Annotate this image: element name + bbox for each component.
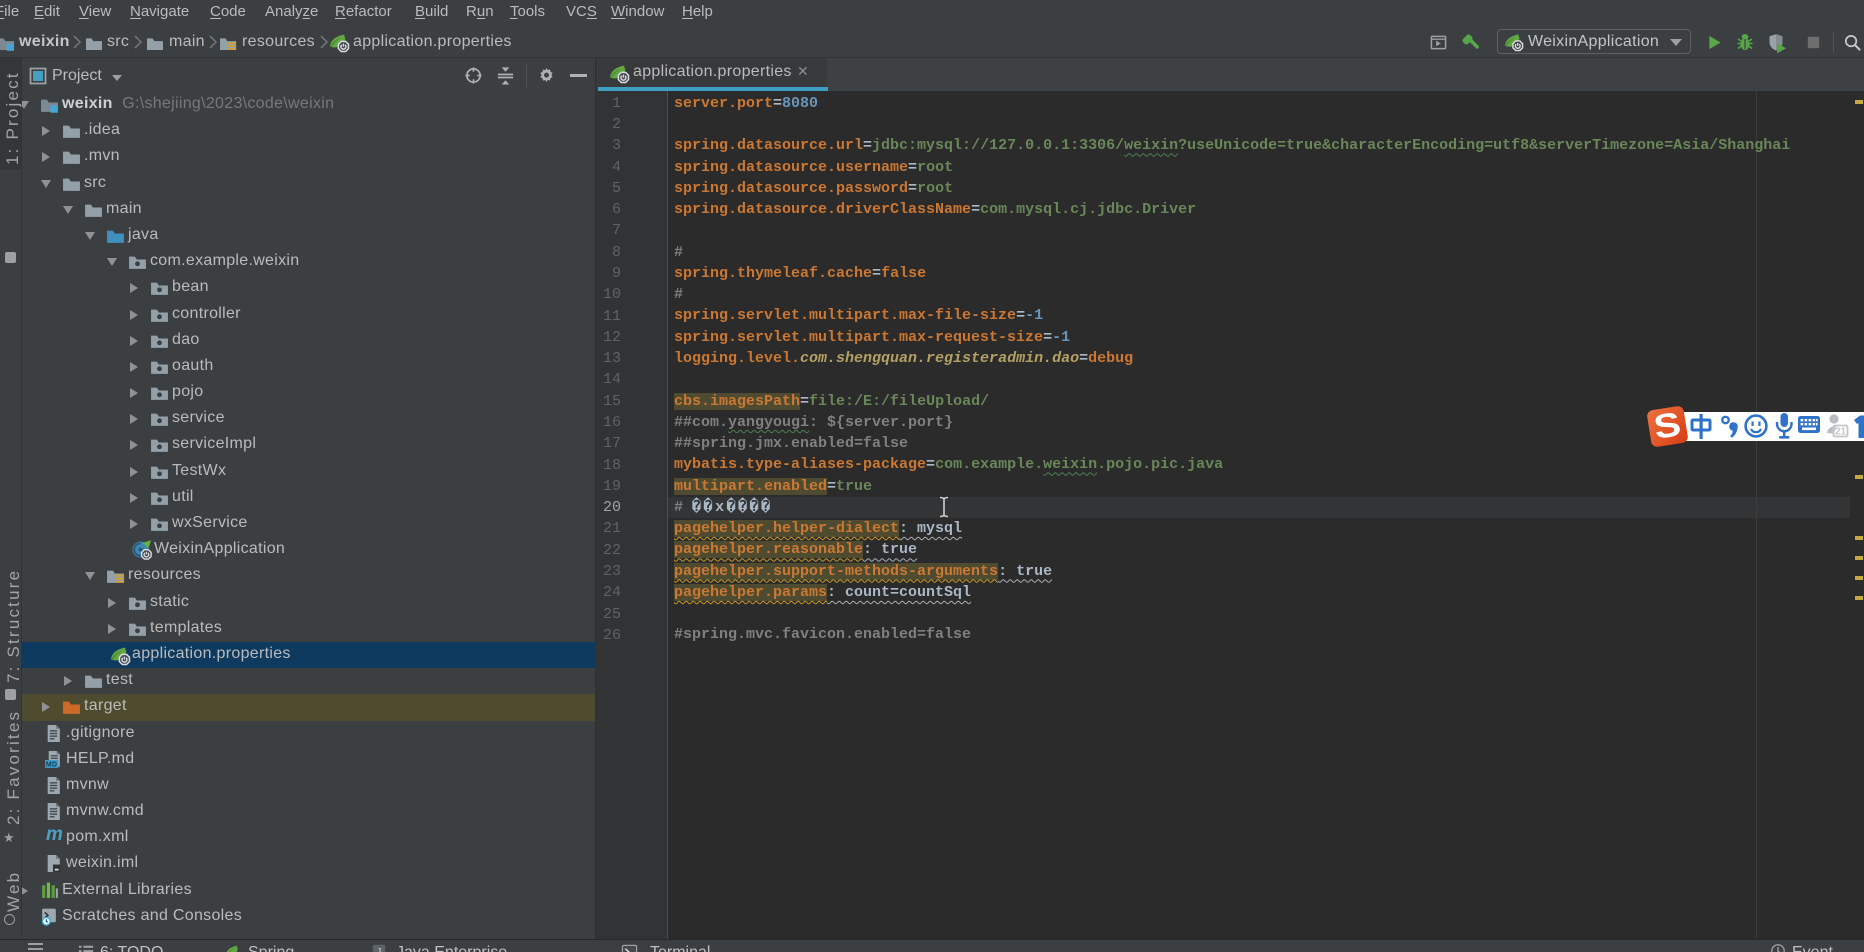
svg-text:21: 21 bbox=[1835, 427, 1847, 438]
